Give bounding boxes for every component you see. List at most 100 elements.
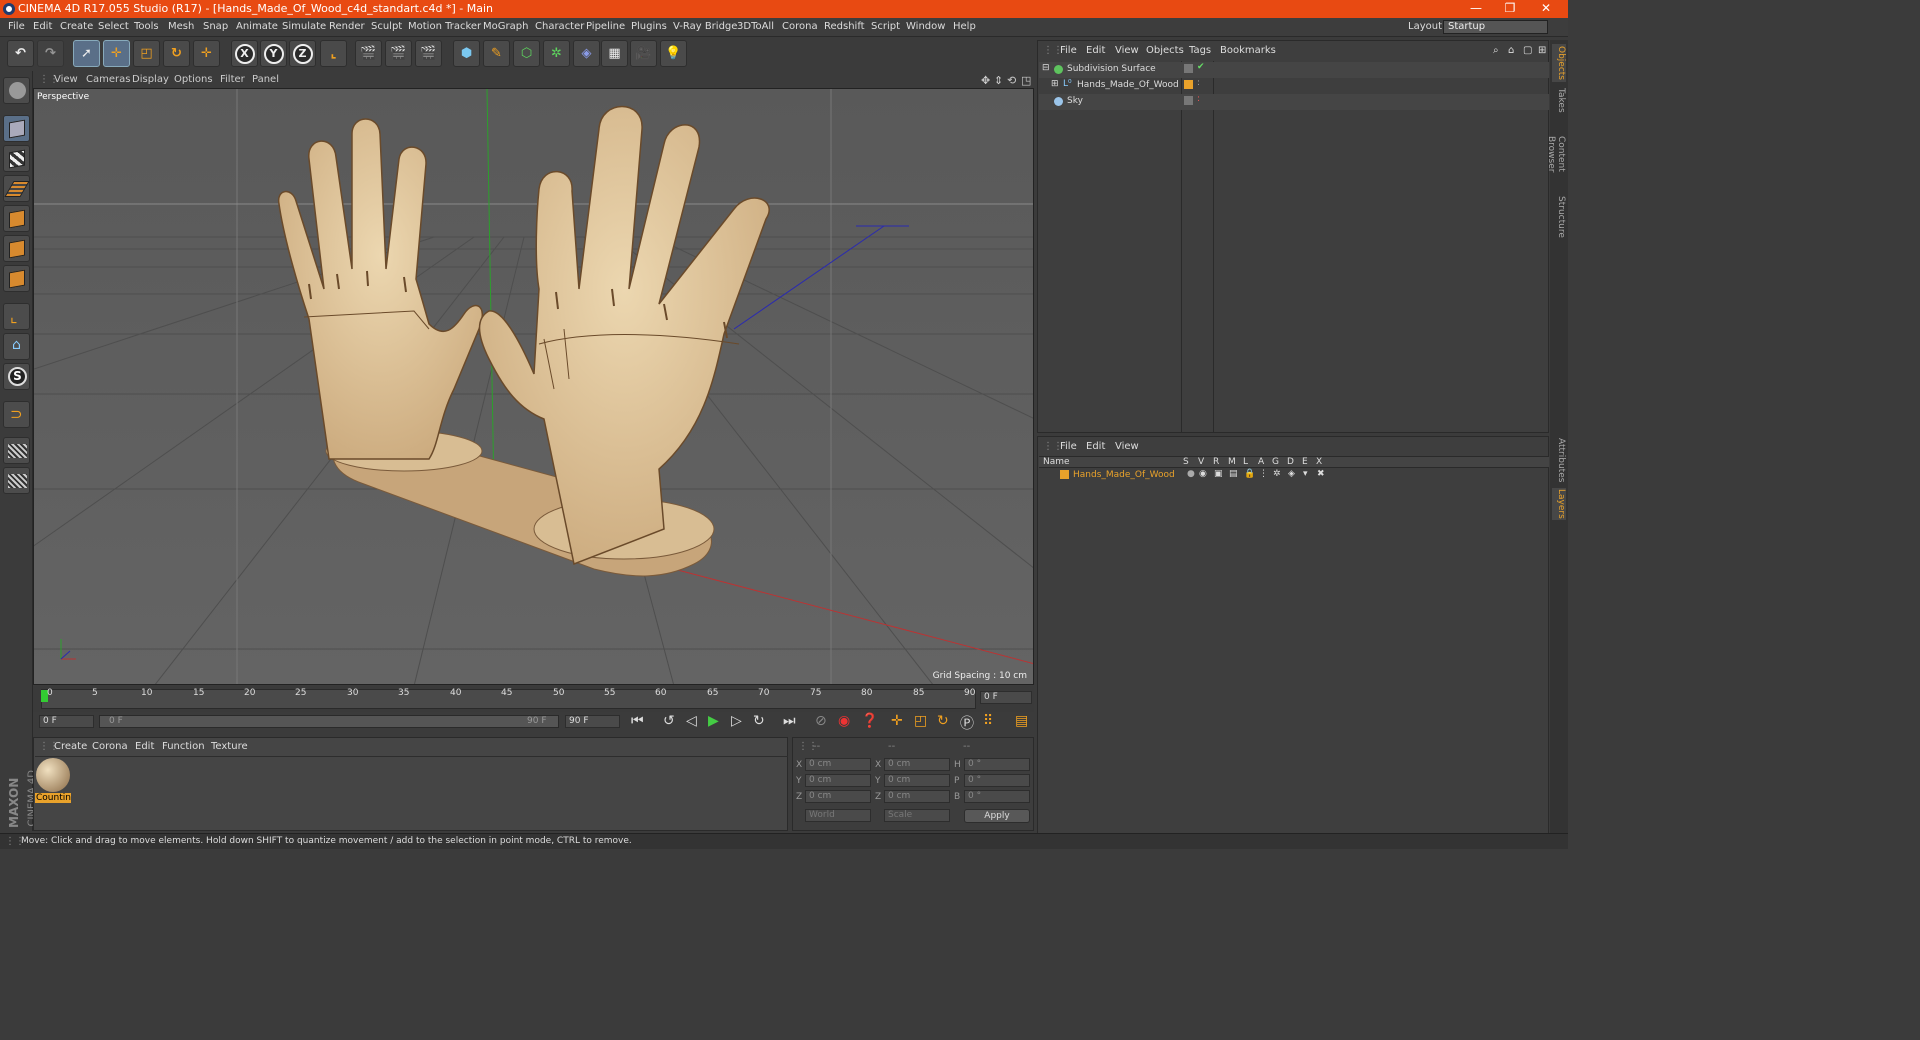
add-subdivision-button[interactable]: ⬡	[513, 40, 540, 67]
viewport-menu-filter[interactable]: Filter	[220, 74, 245, 85]
tab-structure[interactable]: Structure	[1552, 196, 1566, 238]
record-icon[interactable]: ◉	[838, 713, 850, 729]
undo-button[interactable]: ↶	[7, 40, 34, 67]
obj-menu-bookmarks[interactable]: Bookmarks	[1220, 45, 1276, 56]
make-editable-button[interactable]	[3, 77, 30, 104]
coord-mode-select[interactable]: World	[805, 809, 871, 822]
close-button[interactable]: ✕	[1532, 1, 1560, 15]
key-scale-icon[interactable]: ◰	[914, 713, 927, 729]
layer-menu-edit[interactable]: Edit	[1086, 441, 1105, 452]
menu-render[interactable]: Render	[329, 21, 365, 32]
tab-attributes[interactable]: Attributes	[1552, 436, 1566, 484]
viewport-move-icon[interactable]: ✥	[981, 74, 990, 87]
points-mode-button[interactable]	[3, 205, 30, 232]
recent-tool-button[interactable]: ✛	[193, 40, 220, 67]
render-view-button[interactable]: 🎬	[355, 40, 382, 67]
search-icon[interactable]: ⌕	[1493, 45, 1499, 56]
x-axis-lock-button[interactable]: X	[231, 40, 258, 67]
menu-pipeline[interactable]: Pipeline	[586, 21, 625, 32]
obj-menu-tags[interactable]: Tags	[1189, 45, 1211, 56]
coord-scale-select[interactable]: Scale	[884, 809, 950, 822]
render-settings-button[interactable]: 🎬	[415, 40, 442, 67]
layer-color-swatch[interactable]	[1060, 470, 1069, 479]
lock-icon[interactable]: 🔒	[1244, 469, 1255, 479]
enabled-check-icon[interactable]: ✔	[1197, 62, 1205, 72]
obj-menu-edit[interactable]: Edit	[1086, 45, 1105, 56]
restore-button[interactable]: ❐	[1496, 1, 1524, 15]
layer-swatch[interactable]	[1184, 80, 1193, 89]
add-cube-button[interactable]: ⬢	[453, 40, 480, 67]
coord-rot-h-field[interactable]: 0 °	[964, 758, 1030, 771]
add-mograph-button[interactable]: ✲	[543, 40, 570, 67]
manager-icon[interactable]: ▤	[1229, 469, 1238, 479]
tab-takes[interactable]: Takes	[1552, 86, 1566, 114]
viewport-menu-view[interactable]: View	[54, 74, 78, 85]
menu-sculpt[interactable]: Sculpt	[371, 21, 402, 32]
menu-redshift[interactable]: Redshift	[824, 21, 865, 32]
menu-help[interactable]: Help	[953, 21, 976, 32]
scale-button[interactable]: ◰	[133, 40, 160, 67]
move-button[interactable]: ✛	[103, 40, 130, 67]
render-picture-viewer-button[interactable]: 🎬	[385, 40, 412, 67]
mat-menu-edit[interactable]: Edit	[135, 741, 154, 752]
visibility-dots-icon[interactable]: :	[1197, 94, 1200, 104]
coord-pos-x-field[interactable]: 0 cm	[805, 758, 871, 771]
coord-rot-p-field[interactable]: 0 °	[964, 774, 1030, 787]
rotate-button[interactable]: ↻	[163, 40, 190, 67]
coordinate-system-button[interactable]: ⌞	[320, 40, 347, 67]
key-rotation-icon[interactable]: ↻	[937, 713, 949, 729]
model-mode-button[interactable]	[3, 115, 30, 142]
obj-menu-view[interactable]: View	[1115, 45, 1139, 56]
menu-vray-bridge[interactable]: V-Ray Bridge	[673, 21, 737, 32]
viewport-menu-cameras[interactable]: Cameras	[86, 74, 130, 85]
material-name[interactable]: Countin	[35, 793, 71, 803]
layer-swatch[interactable]	[1184, 64, 1193, 73]
key-param-icon[interactable]: Ⓟ	[960, 713, 974, 733]
object-row[interactable]: ⊞ L⁰ Hands_Made_Of_Wood :	[1039, 78, 1549, 94]
solo-dot-icon[interactable]: ●	[1187, 469, 1195, 479]
record-disabled-icon[interactable]: ⊘	[815, 713, 827, 729]
viewport-rotate-icon[interactable]: ⟲	[1007, 74, 1016, 87]
perspective-viewport[interactable]: Perspective Grid Spacing : 10 cm	[33, 88, 1034, 685]
menu-script[interactable]: Script	[871, 21, 900, 32]
expression-icon[interactable]: ▾	[1303, 469, 1308, 479]
timeline-ruler[interactable]: 0 5 10 15 20 25 30 35 40 45 50 55 60 65 …	[33, 686, 1034, 712]
generator-icon[interactable]: ✲	[1273, 469, 1281, 479]
texture-mode-button[interactable]	[3, 145, 30, 172]
mat-menu-corona[interactable]: Corona	[92, 741, 128, 752]
coord-size-x-field[interactable]: 0 cm	[884, 758, 950, 771]
add-deformer-button[interactable]: ◈	[573, 40, 600, 67]
menu-snap[interactable]: Snap	[203, 21, 228, 32]
key-pla-icon[interactable]: ⠿	[983, 713, 993, 729]
viewport-maximize-icon[interactable]: ◳	[1021, 74, 1031, 87]
mat-menu-create[interactable]: Create	[54, 741, 87, 752]
autokey-icon[interactable]: ❓	[861, 713, 878, 729]
coord-rot-b-field[interactable]: 0 °	[964, 790, 1030, 803]
workplane-mode-button[interactable]	[3, 175, 30, 202]
viewport-menu-panel[interactable]: Panel	[252, 74, 279, 85]
start-frame-field[interactable]: 0 F	[39, 715, 94, 728]
coord-pos-z-field[interactable]: 0 cm	[805, 790, 871, 803]
minimize-button[interactable]: —	[1462, 1, 1490, 15]
home-icon[interactable]: ⌂	[1508, 45, 1514, 56]
menu-motion-tracker[interactable]: Motion Tracker	[408, 21, 481, 32]
tab-objects[interactable]: Objects	[1552, 44, 1566, 82]
go-to-start-icon[interactable]: ⏮	[631, 713, 644, 729]
viewport-menu-display[interactable]: Display	[132, 74, 169, 85]
collapse-icon[interactable]: ⊟	[1042, 63, 1050, 73]
coord-size-y-field[interactable]: 0 cm	[884, 774, 950, 787]
menu-plugins[interactable]: Plugins	[631, 21, 667, 32]
magnet-button[interactable]: ⊃	[3, 401, 30, 428]
tab-content-browser[interactable]: Content Browser	[1546, 118, 1566, 190]
menu-character[interactable]: Character	[535, 21, 584, 32]
xref-icon[interactable]: ✖	[1317, 469, 1325, 479]
range-slider[interactable]	[99, 715, 559, 728]
axis-mode-button[interactable]: ⌞	[3, 303, 30, 330]
tab-layers[interactable]: Layers	[1552, 488, 1566, 520]
polygons-mode-button[interactable]	[3, 265, 30, 292]
add-light-button[interactable]: 💡	[660, 40, 687, 67]
apply-button[interactable]: Apply	[964, 809, 1030, 823]
menu-mesh[interactable]: Mesh	[168, 21, 194, 32]
animation-icon[interactable]: ⋮	[1259, 469, 1268, 479]
layer-menu-file[interactable]: File	[1060, 441, 1077, 452]
